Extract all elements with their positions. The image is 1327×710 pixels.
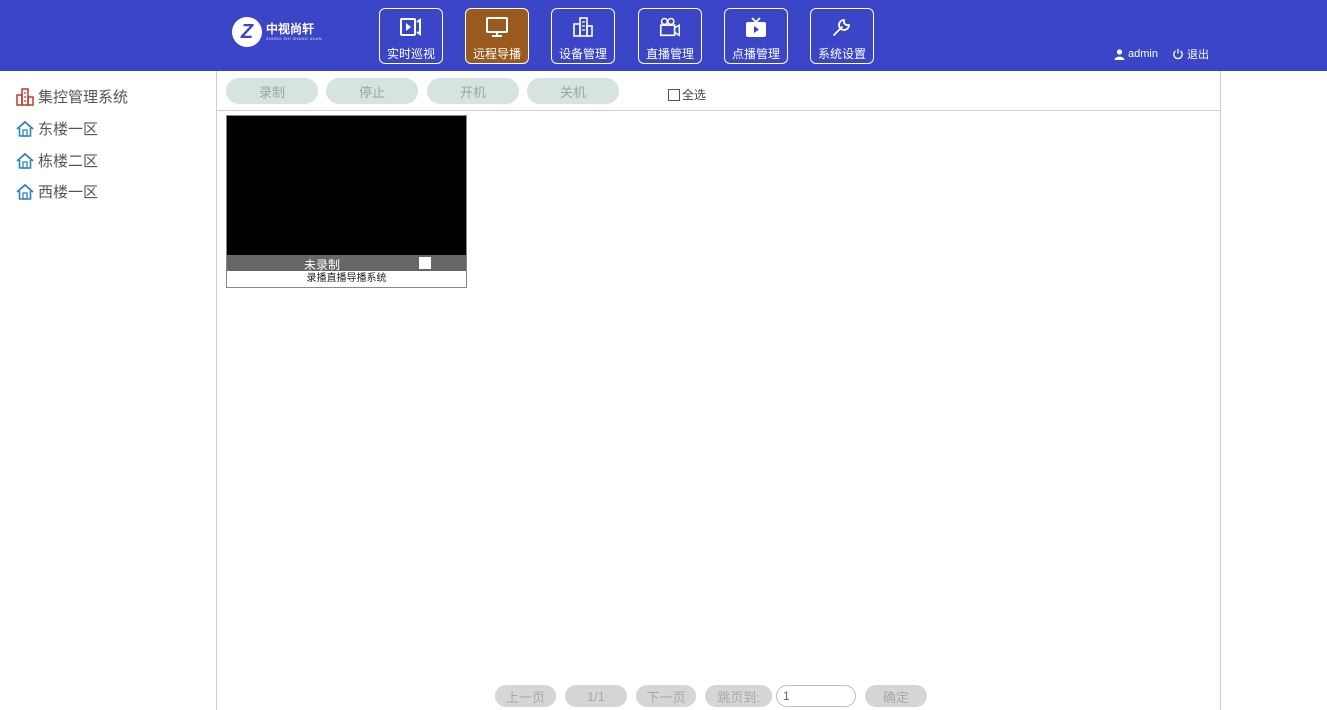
video-preview[interactable] [227, 116, 466, 255]
power-on-button[interactable]: 开机 [427, 78, 519, 104]
monitor-icon [485, 15, 509, 39]
pagination: 上一页 1/1 下一页 跳页到: 确定 [217, 685, 1220, 707]
tv-play-icon [744, 15, 768, 39]
logout-link[interactable]: 退出 [1172, 46, 1209, 62]
main-panel: 录制 停止 开机 关机 全选 未录制 录播直播导播系统 上一页 1/1 下一页 … [216, 71, 1221, 710]
nav-remote-directing[interactable]: 远程导播 [465, 8, 529, 64]
action-toolbar: 录制 停止 开机 关机 全选 [217, 71, 1220, 111]
nav-vod-management[interactable]: 点播管理 [724, 8, 788, 64]
home-icon [16, 120, 34, 138]
nav-label: 系统设置 [817, 47, 866, 61]
prev-page-button[interactable]: 上一页 [495, 685, 556, 707]
device-select-checkbox[interactable] [419, 257, 431, 269]
stop-button[interactable]: 停止 [326, 78, 418, 104]
sidebar-item-label: 西楼一区 [38, 184, 99, 201]
nav-system-settings[interactable]: 系统设置 [810, 8, 874, 64]
page-indicator: 1/1 [565, 685, 627, 707]
logo-name-cn: 中视尚轩 [266, 22, 315, 36]
logo-name-en: ZHONG SHI SHANG XUAN [266, 36, 322, 41]
nav-label: 实时巡视 [386, 47, 435, 61]
sidebar-item-dong-zone-2[interactable]: 栋楼二区 [16, 150, 98, 171]
nav-label: 点播管理 [731, 47, 780, 61]
sidebar-item-control-system[interactable]: 集控管理系统 [16, 86, 128, 107]
jump-to-label: 跳页到: [705, 685, 772, 707]
power-off-button[interactable]: 关机 [527, 78, 619, 104]
device-name: 录播直播导播系统 [306, 273, 387, 284]
user-link[interactable]: admin [1114, 48, 1158, 60]
wrench-icon [830, 15, 854, 39]
device-tile[interactable]: 未录制 录播直播导播系统 [226, 115, 467, 288]
sidebar-item-west-zone-1[interactable]: 西楼一区 [16, 181, 98, 202]
building-icon [16, 87, 34, 106]
logo: Z 中视尚轩 ZHONG SHI SHANG XUAN [232, 15, 322, 49]
nav-device-management[interactable]: 设备管理 [551, 8, 615, 64]
record-status-bar: 未录制 [227, 255, 466, 272]
power-icon [1173, 48, 1183, 60]
nav-label: 设备管理 [558, 47, 607, 61]
record-button[interactable]: 录制 [226, 78, 318, 104]
sidebar-item-label: 集控管理系统 [38, 89, 129, 106]
camera-icon [658, 15, 682, 39]
video-play-icon [399, 15, 423, 39]
nav-label: 直播管理 [645, 47, 694, 61]
select-all-label: 全选 [682, 88, 707, 102]
home-icon [16, 152, 34, 170]
sidebar-item-label: 东楼一区 [38, 121, 99, 138]
building-icon [571, 15, 595, 39]
logo-mark-icon: Z [232, 17, 262, 47]
jump-page-input[interactable] [776, 685, 856, 707]
nav-label: 远程导播 [472, 47, 521, 61]
user-icon [1114, 48, 1125, 60]
next-page-button[interactable]: 下一页 [636, 685, 696, 707]
sidebar-tree: 集控管理系统 东楼一区 栋楼二区 西楼一区 [0, 71, 216, 710]
nav-realtime-patrol[interactable]: 实时巡视 [379, 8, 443, 64]
top-navigation-bar: Z 中视尚轩 ZHONG SHI SHANG XUAN 实时巡视 远程导播 设备… [0, 0, 1327, 71]
home-icon [16, 183, 34, 201]
nav-live-management[interactable]: 直播管理 [638, 8, 702, 64]
user-area: admin 退出 [1114, 46, 1209, 62]
sidebar-item-label: 栋楼二区 [38, 153, 99, 170]
user-name: admin [1128, 48, 1158, 60]
logout-label: 退出 [1187, 49, 1209, 61]
sidebar-item-east-zone-1[interactable]: 东楼一区 [16, 118, 98, 139]
checkbox-box[interactable] [668, 88, 680, 101]
confirm-button[interactable]: 确定 [865, 685, 927, 707]
select-all-checkbox[interactable]: 全选 [668, 86, 706, 103]
